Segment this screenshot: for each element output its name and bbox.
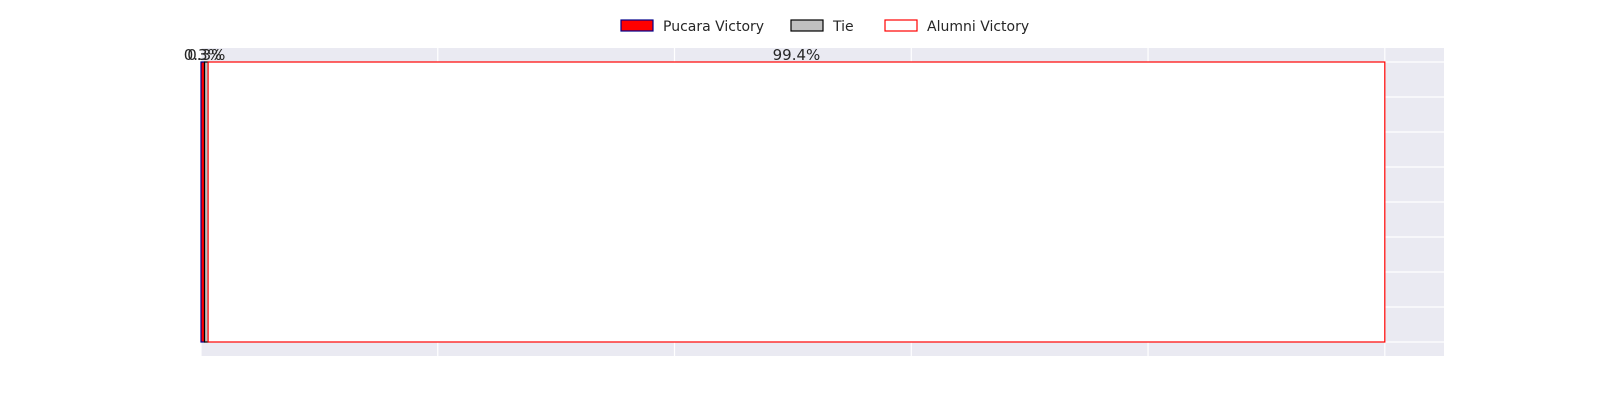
legend: Pucara Victory Tie Alumni Victory [620,19,1029,35]
legend-swatch-tie [790,19,824,32]
bar-alumni-victory [207,61,1386,343]
chart-svg: 0.3%0.3% 99.4% Pucara Victory Tie Alumni Vi… [184,19,1444,356]
chart: 0.3% 0.3% 99.4% Pucara Victory Tie Alumni Vi… [0,0,1600,400]
bars [200,61,1386,343]
data-label-alumni-victory: 99.4% [773,46,821,64]
legend-label-pucara-victory: Pucara Victory [663,19,764,35]
legend-label-alumni-victory: Alumni Victory [927,19,1029,35]
legend-swatch-pucara-victory [620,19,654,32]
legend-label-tie: Tie [832,19,854,35]
legend-swatch-alumni-victory [884,19,918,32]
data-label-tie: 0.3% [187,46,225,64]
